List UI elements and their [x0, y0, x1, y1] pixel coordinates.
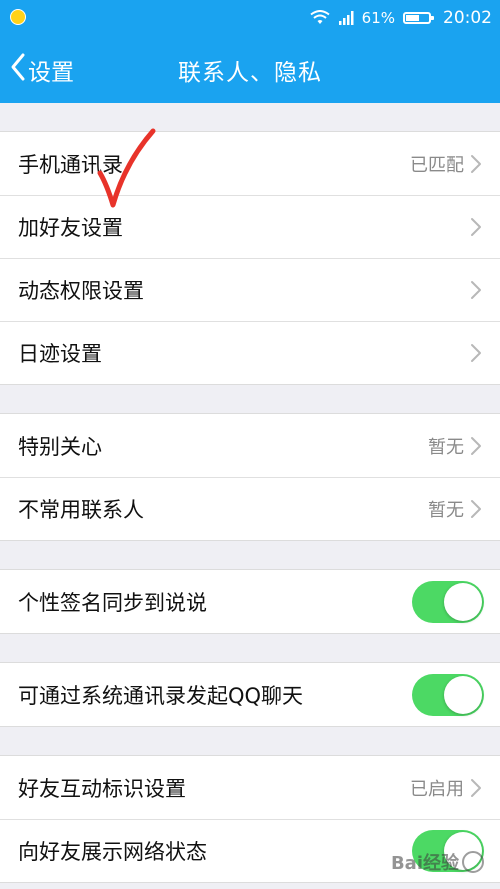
- row-value: 暂无: [428, 436, 464, 458]
- watermark-text: Bai经验: [390, 853, 459, 874]
- signal-icon: [338, 10, 354, 26]
- status-bar: 61% 20:02: [0, 0, 500, 36]
- status-right: 61% 20:02: [310, 6, 492, 30]
- row-label: 不常用联系人: [18, 498, 144, 522]
- chevron-right-icon: [471, 778, 481, 797]
- settings-group: 特别关心 暂无 不常用联系人 暂无: [0, 413, 500, 541]
- toggle-switch[interactable]: [412, 580, 484, 623]
- clock: 20:02: [443, 8, 492, 28]
- chevron-right-icon: [471, 218, 481, 236]
- settings-group: 个性签名同步到说说: [0, 569, 500, 634]
- settings-group: 手机通讯录 已匹配加好友设置动态权限设置 日迹设置: [0, 131, 500, 385]
- row-value: 暂无: [428, 500, 464, 521]
- paw-icon: [462, 851, 484, 873]
- settings-row[interactable]: 可通过系统通讯录发起QQ聊天: [0, 663, 500, 726]
- page-title: 联系人、隐私: [178, 59, 322, 86]
- row-label: 好友互动标识设置: [18, 776, 186, 801]
- battery-percent: 61%: [361, 9, 395, 27]
- settings-row[interactable]: 不常用联系人 暂无: [0, 477, 500, 540]
- row-value: 已匹配: [410, 154, 464, 176]
- row-label: 个性签名同步到说说: [18, 590, 207, 615]
- chevron-right-icon: [471, 344, 481, 362]
- chevron-right-icon: [471, 436, 481, 455]
- chevron-right-icon: [471, 500, 481, 518]
- row-label: 日迹设置: [18, 342, 102, 366]
- row-label: 特别关心: [18, 434, 102, 459]
- battery-icon: [403, 12, 434, 24]
- chevron-right-icon: [471, 281, 481, 299]
- row-label: 可通过系统通讯录发起QQ聊天: [18, 683, 304, 708]
- notification-icon: [10, 9, 26, 25]
- settings-row[interactable]: 动态权限设置: [0, 258, 500, 321]
- chevron-right-icon: [471, 154, 481, 173]
- row-label: 向好友展示网络状态: [18, 840, 207, 864]
- row-value: 已启用: [410, 778, 464, 800]
- settings-row[interactable]: 好友互动标识设置 已启用: [0, 756, 500, 819]
- settings-row[interactable]: 特别关心 暂无: [0, 414, 500, 477]
- toggle-knob: [444, 675, 482, 714]
- toggle-switch[interactable]: [412, 673, 484, 716]
- toggle-knob: [444, 582, 482, 621]
- wifi-icon: [310, 10, 330, 26]
- settings-list: 手机通讯录 已匹配 加好友设置 动态权限设置 日迹设置 特别关心 暂无 不常用联系人 暂无 个性签…: [0, 103, 500, 883]
- navigation-bar: 设置 联系人、隐私: [0, 36, 500, 103]
- settings-row[interactable]: 手机通讯录 已匹配: [0, 132, 500, 195]
- row-label: 加好友设置: [18, 216, 123, 240]
- settings-group: 可通过系统通讯录发起QQ聊天: [0, 662, 500, 727]
- row-label: 动态权限设置: [18, 279, 144, 303]
- settings-row[interactable]: 加好友设置: [0, 195, 500, 258]
- settings-row[interactable]: 个性签名同步到说说: [0, 570, 500, 633]
- row-label: 手机通讯录: [18, 152, 123, 177]
- watermark-logo: Bai经验: [391, 849, 484, 875]
- settings-row[interactable]: 日迹设置: [0, 321, 500, 384]
